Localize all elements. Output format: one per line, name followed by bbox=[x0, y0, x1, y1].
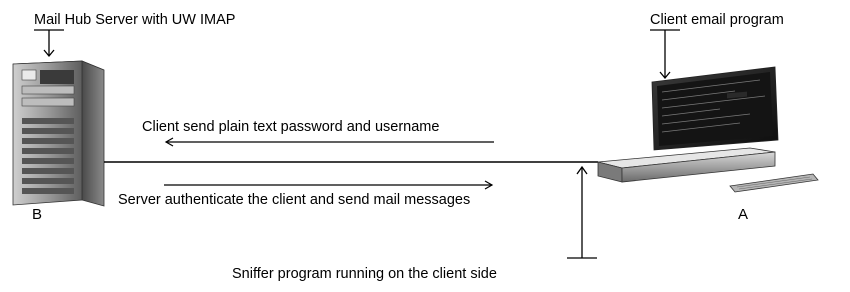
arrow-to-client bbox=[164, 180, 494, 190]
client-pointer bbox=[650, 29, 680, 80]
sniffer-pointer bbox=[567, 165, 597, 259]
server-tower-icon bbox=[12, 60, 105, 207]
server-pointer bbox=[34, 29, 64, 58]
computer-terminal-icon bbox=[597, 66, 819, 193]
arrow-to-server bbox=[164, 137, 494, 147]
network-diagram bbox=[12, 29, 819, 259]
